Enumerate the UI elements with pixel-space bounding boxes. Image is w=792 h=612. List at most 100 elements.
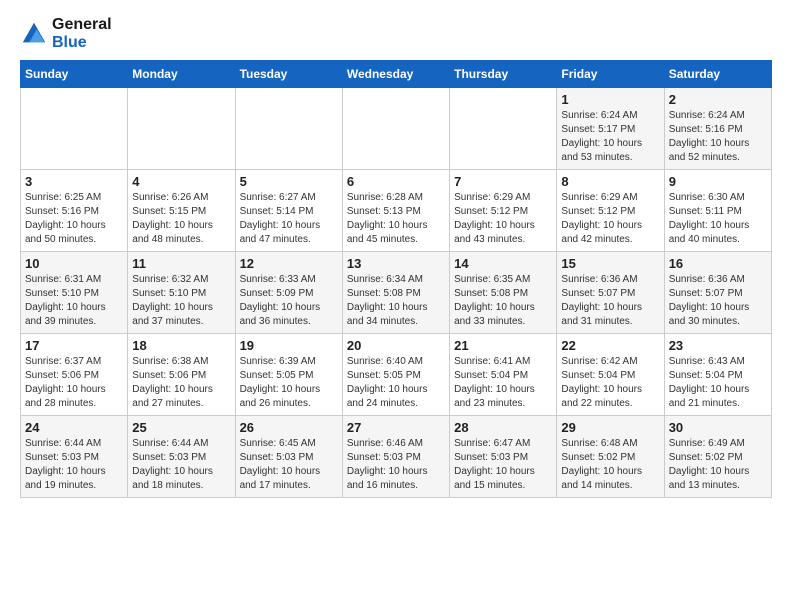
calendar-cell bbox=[21, 88, 128, 170]
day-info: Sunrise: 6:39 AM Sunset: 5:05 PM Dayligh… bbox=[240, 355, 338, 411]
calendar-table: SundayMondayTuesdayWednesdayThursdayFrid… bbox=[20, 60, 772, 498]
calendar-cell: 1 Sunrise: 6:24 AM Sunset: 5:17 PM Daylig… bbox=[557, 88, 664, 170]
calendar-cell: 18 Sunrise: 6:38 AM Sunset: 5:06 PM Dayli… bbox=[128, 334, 235, 416]
day-info: Sunrise: 6:24 AM Sunset: 5:17 PM Dayligh… bbox=[561, 109, 659, 165]
calendar-cell: 5Sunrise: 6:27 AM Sunset: 5:14 PM Daylig… bbox=[235, 170, 342, 252]
day-number: 2 bbox=[669, 92, 767, 107]
day-info: Sunrise: 6:45 AM Sunset: 5:03 PM Dayligh… bbox=[240, 437, 338, 493]
week-row-2: 3 Sunrise: 6:25 AM Sunset: 5:16 PM Daylig… bbox=[21, 170, 772, 252]
day-number: 18 bbox=[132, 338, 230, 353]
calendar-cell: 11Sunrise: 6:32 AM Sunset: 5:10 PM Dayli… bbox=[128, 252, 235, 334]
weekday-header-row: SundayMondayTuesdayWednesdayThursdayFrid… bbox=[21, 61, 772, 88]
day-number: 19 bbox=[240, 338, 338, 353]
day-info: Sunrise: 6:26 AM Sunset: 5:15 PM Dayligh… bbox=[132, 191, 230, 247]
day-number: 22 bbox=[561, 338, 659, 353]
weekday-header-friday: Friday bbox=[557, 61, 664, 88]
calendar-cell: 21 Sunrise: 6:41 AM Sunset: 5:04 PM Dayli… bbox=[450, 334, 557, 416]
day-info: Sunrise: 6:29 AM Sunset: 5:12 PM Dayligh… bbox=[561, 191, 659, 247]
day-number: 25 bbox=[132, 420, 230, 435]
day-number: 14 bbox=[454, 256, 552, 271]
day-info: Sunrise: 6:37 AM Sunset: 5:06 PM Dayligh… bbox=[25, 355, 123, 411]
day-number: 8 bbox=[561, 174, 659, 189]
day-info: Sunrise: 6:28 AM Sunset: 5:13 PM Dayligh… bbox=[347, 191, 445, 247]
calendar-cell: 9 Sunrise: 6:30 AM Sunset: 5:11 PM Daylig… bbox=[664, 170, 771, 252]
day-number: 1 bbox=[561, 92, 659, 107]
day-number: 13 bbox=[347, 256, 445, 271]
week-row-4: 17 Sunrise: 6:37 AM Sunset: 5:06 PM Dayli… bbox=[21, 334, 772, 416]
day-number: 4 bbox=[132, 174, 230, 189]
day-number: 26 bbox=[240, 420, 338, 435]
day-info: Sunrise: 6:36 AM Sunset: 5:07 PM Dayligh… bbox=[561, 273, 659, 329]
day-number: 11 bbox=[132, 256, 230, 271]
day-info: Sunrise: 6:30 AM Sunset: 5:11 PM Dayligh… bbox=[669, 191, 767, 247]
calendar-cell: 25 Sunrise: 6:44 AM Sunset: 5:03 PM Dayli… bbox=[128, 416, 235, 498]
week-row-5: 24 Sunrise: 6:44 AM Sunset: 5:03 PM Dayli… bbox=[21, 416, 772, 498]
day-info: Sunrise: 6:48 AM Sunset: 5:02 PM Dayligh… bbox=[561, 437, 659, 493]
calendar-cell: 7Sunrise: 6:29 AM Sunset: 5:12 PM Daylig… bbox=[450, 170, 557, 252]
calendar-cell: 30 Sunrise: 6:49 AM Sunset: 5:02 PM Dayli… bbox=[664, 416, 771, 498]
day-number: 3 bbox=[25, 174, 123, 189]
day-info: Sunrise: 6:25 AM Sunset: 5:16 PM Dayligh… bbox=[25, 191, 123, 247]
day-info: Sunrise: 6:24 AM Sunset: 5:16 PM Dayligh… bbox=[669, 109, 767, 165]
calendar-cell: 26 Sunrise: 6:45 AM Sunset: 5:03 PM Dayli… bbox=[235, 416, 342, 498]
day-info: Sunrise: 6:46 AM Sunset: 5:03 PM Dayligh… bbox=[347, 437, 445, 493]
day-number: 9 bbox=[669, 174, 767, 189]
calendar-cell: 14 Sunrise: 6:35 AM Sunset: 5:08 PM Dayli… bbox=[450, 252, 557, 334]
day-number: 20 bbox=[347, 338, 445, 353]
day-info: Sunrise: 6:43 AM Sunset: 5:04 PM Dayligh… bbox=[669, 355, 767, 411]
calendar-cell: 19 Sunrise: 6:39 AM Sunset: 5:05 PM Dayli… bbox=[235, 334, 342, 416]
day-number: 28 bbox=[454, 420, 552, 435]
calendar-cell: 13 Sunrise: 6:34 AM Sunset: 5:08 PM Dayli… bbox=[342, 252, 449, 334]
calendar-cell bbox=[128, 88, 235, 170]
weekday-header-saturday: Saturday bbox=[664, 61, 771, 88]
page-container: General Blue SundayMondayTuesdayWednesda… bbox=[0, 0, 792, 514]
weekday-header-thursday: Thursday bbox=[450, 61, 557, 88]
day-info: Sunrise: 6:47 AM Sunset: 5:03 PM Dayligh… bbox=[454, 437, 552, 493]
day-number: 23 bbox=[669, 338, 767, 353]
calendar-cell: 4 Sunrise: 6:26 AM Sunset: 5:15 PM Daylig… bbox=[128, 170, 235, 252]
day-info: Sunrise: 6:40 AM Sunset: 5:05 PM Dayligh… bbox=[347, 355, 445, 411]
calendar-cell: 6 Sunrise: 6:28 AM Sunset: 5:13 PM Daylig… bbox=[342, 170, 449, 252]
weekday-header-wednesday: Wednesday bbox=[342, 61, 449, 88]
calendar-cell: 24Sunrise: 6:44 AM Sunset: 5:03 PM Dayli… bbox=[21, 416, 128, 498]
calendar-cell: 8 Sunrise: 6:29 AM Sunset: 5:12 PM Daylig… bbox=[557, 170, 664, 252]
day-number: 15 bbox=[561, 256, 659, 271]
calendar-cell: 28 Sunrise: 6:47 AM Sunset: 5:03 PM Dayli… bbox=[450, 416, 557, 498]
logo: General Blue bbox=[20, 16, 112, 52]
day-info: Sunrise: 6:49 AM Sunset: 5:02 PM Dayligh… bbox=[669, 437, 767, 493]
header: General Blue bbox=[20, 16, 772, 52]
day-info: Sunrise: 6:41 AM Sunset: 5:04 PM Dayligh… bbox=[454, 355, 552, 411]
day-info: Sunrise: 6:29 AM Sunset: 5:12 PM Dayligh… bbox=[454, 191, 552, 247]
calendar-cell: 3 Sunrise: 6:25 AM Sunset: 5:16 PM Daylig… bbox=[21, 170, 128, 252]
calendar-cell: 20 Sunrise: 6:40 AM Sunset: 5:05 PM Dayli… bbox=[342, 334, 449, 416]
day-info: Sunrise: 6:33 AM Sunset: 5:09 PM Dayligh… bbox=[240, 273, 338, 329]
calendar-cell bbox=[450, 88, 557, 170]
calendar-cell: 27Sunrise: 6:46 AM Sunset: 5:03 PM Dayli… bbox=[342, 416, 449, 498]
calendar-cell: 22Sunrise: 6:42 AM Sunset: 5:04 PM Dayli… bbox=[557, 334, 664, 416]
day-info: Sunrise: 6:35 AM Sunset: 5:08 PM Dayligh… bbox=[454, 273, 552, 329]
day-info: Sunrise: 6:34 AM Sunset: 5:08 PM Dayligh… bbox=[347, 273, 445, 329]
week-row-3: 10Sunrise: 6:31 AM Sunset: 5:10 PM Dayli… bbox=[21, 252, 772, 334]
day-number: 17 bbox=[25, 338, 123, 353]
calendar-cell: 16 Sunrise: 6:36 AM Sunset: 5:07 PM Dayli… bbox=[664, 252, 771, 334]
day-number: 24 bbox=[25, 420, 123, 435]
day-number: 29 bbox=[561, 420, 659, 435]
day-info: Sunrise: 6:44 AM Sunset: 5:03 PM Dayligh… bbox=[132, 437, 230, 493]
calendar-cell: 29 Sunrise: 6:48 AM Sunset: 5:02 PM Dayli… bbox=[557, 416, 664, 498]
calendar-cell: 17 Sunrise: 6:37 AM Sunset: 5:06 PM Dayli… bbox=[21, 334, 128, 416]
day-number: 16 bbox=[669, 256, 767, 271]
day-number: 30 bbox=[669, 420, 767, 435]
calendar-cell: 2 Sunrise: 6:24 AM Sunset: 5:16 PM Daylig… bbox=[664, 88, 771, 170]
logo-icon bbox=[20, 20, 48, 48]
calendar-cell bbox=[235, 88, 342, 170]
calendar-cell bbox=[342, 88, 449, 170]
day-info: Sunrise: 6:38 AM Sunset: 5:06 PM Dayligh… bbox=[132, 355, 230, 411]
day-info: Sunrise: 6:31 AM Sunset: 5:10 PM Dayligh… bbox=[25, 273, 123, 329]
day-info: Sunrise: 6:36 AM Sunset: 5:07 PM Dayligh… bbox=[669, 273, 767, 329]
day-number: 6 bbox=[347, 174, 445, 189]
logo-text: General Blue bbox=[52, 16, 112, 52]
calendar-cell: 15 Sunrise: 6:36 AM Sunset: 5:07 PM Dayli… bbox=[557, 252, 664, 334]
day-number: 21 bbox=[454, 338, 552, 353]
weekday-header-monday: Monday bbox=[128, 61, 235, 88]
day-number: 12 bbox=[240, 256, 338, 271]
